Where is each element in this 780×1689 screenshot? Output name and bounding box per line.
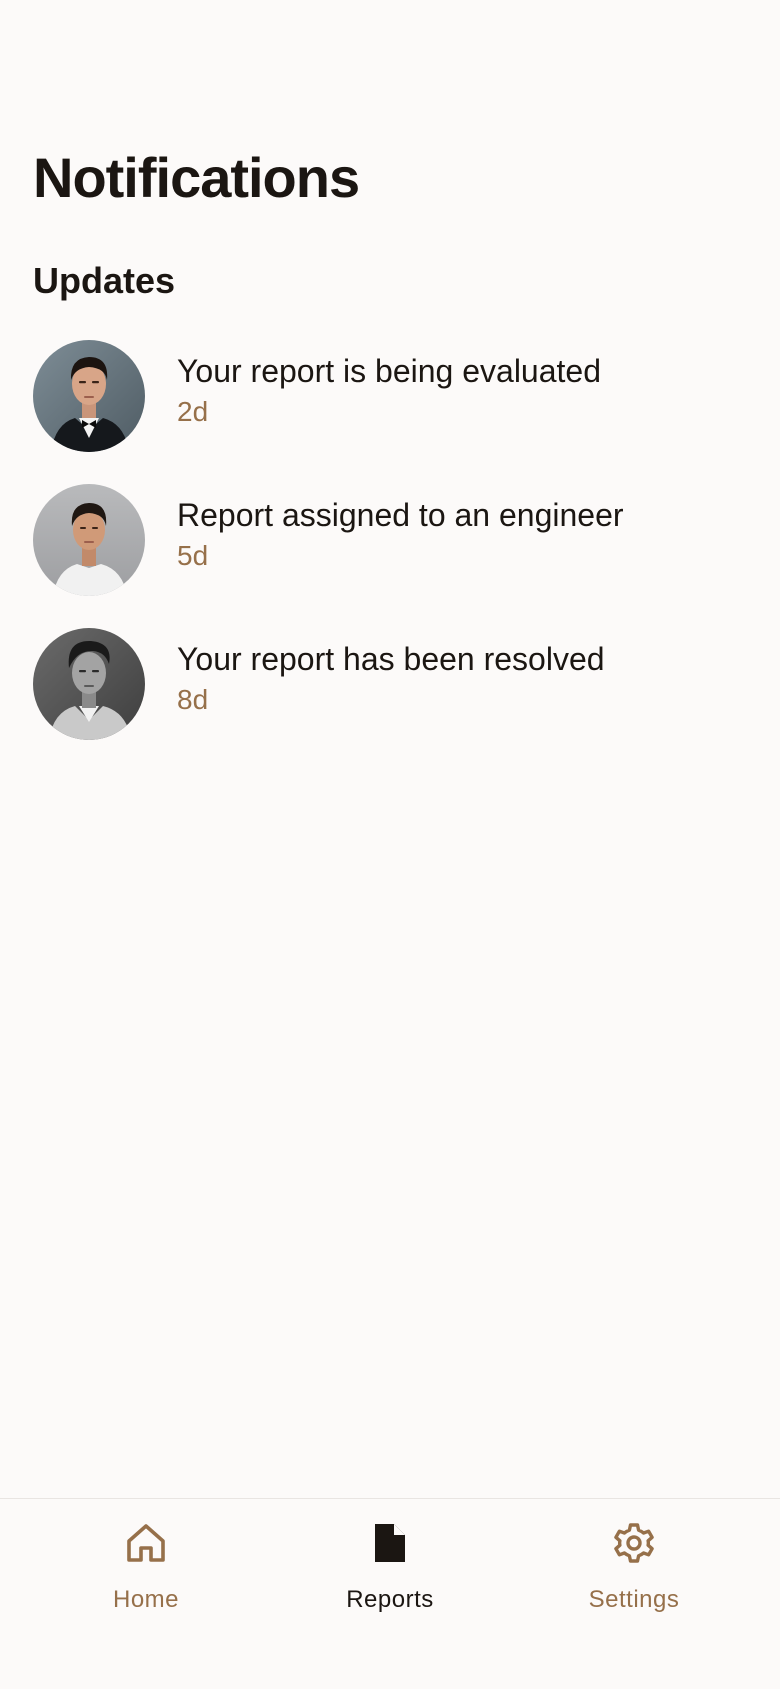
section-title-updates: Updates bbox=[33, 260, 176, 301]
notification-title: Report assigned to an engineer bbox=[177, 497, 624, 533]
avatar bbox=[33, 340, 145, 452]
avatar bbox=[33, 484, 145, 596]
gear-icon bbox=[614, 1523, 654, 1563]
nav-item-reports[interactable]: Reports bbox=[300, 1521, 480, 1631]
notification-title: Your report has been resolved bbox=[177, 641, 605, 677]
home-icon bbox=[127, 1524, 165, 1562]
notification-item[interactable]: Your report is being evaluated 2d bbox=[33, 340, 753, 452]
nav-label-settings: Settings bbox=[588, 1586, 680, 1613]
bottom-navigation: Home Reports Settings bbox=[0, 1498, 780, 1689]
avatar bbox=[33, 628, 145, 740]
document-icon bbox=[375, 1524, 405, 1562]
notification-time: 5d bbox=[177, 540, 209, 571]
nav-label-reports: Reports bbox=[346, 1586, 434, 1613]
nav-item-home[interactable]: Home bbox=[56, 1521, 236, 1631]
page-title: Notifications bbox=[33, 146, 360, 209]
notification-time: 8d bbox=[177, 684, 209, 715]
notification-item[interactable]: Report assigned to an engineer 5d bbox=[33, 484, 753, 596]
nav-item-settings[interactable]: Settings bbox=[544, 1521, 724, 1631]
notification-time: 2d bbox=[177, 396, 209, 427]
notification-item[interactable]: Your report has been resolved 8d bbox=[33, 628, 753, 740]
nav-label-home: Home bbox=[112, 1586, 180, 1613]
notification-title: Your report is being evaluated bbox=[177, 353, 601, 389]
